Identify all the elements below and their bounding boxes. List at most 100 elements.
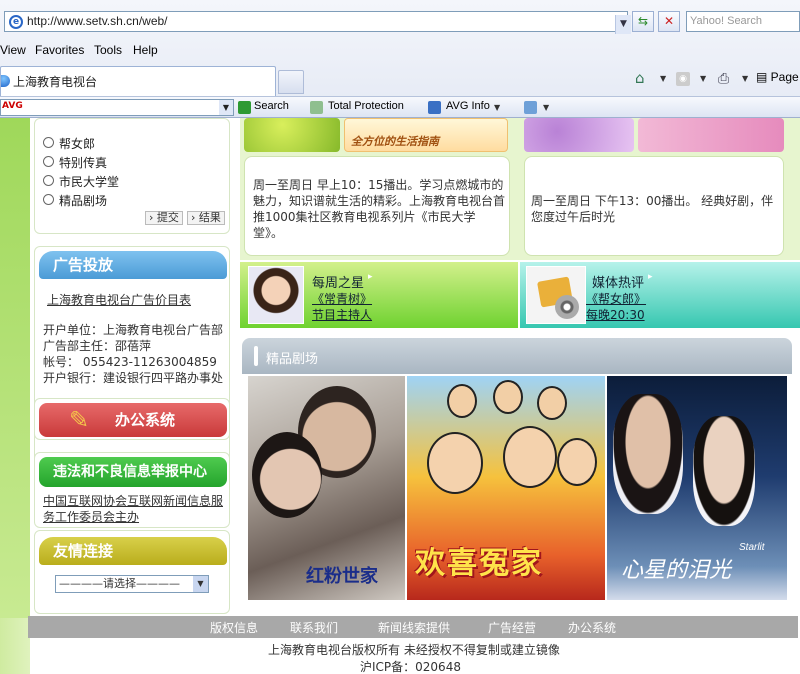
actress-image [693,416,755,526]
cast-face [447,384,477,418]
avg-extra-dropdown-icon[interactable]: ▼ [543,103,549,112]
report-center-title[interactable]: 违法和不良信息举报中心 [39,457,227,487]
footer-link-news-tips[interactable]: 新闻线索提供 [378,619,450,636]
avg-extra-icon[interactable] [524,101,537,114]
avg-search-input[interactable]: AVG ▼ [0,99,234,116]
poll-submit-button[interactable]: › 提交 [145,211,183,225]
chevron-down-icon[interactable]: ▼ [193,576,208,592]
poster-title: 心星的泪光 [621,558,732,583]
arrow-icon: ▸ [368,272,373,282]
media-review-link[interactable]: 《帮女郎》 [586,290,646,307]
links-select-value: ————请选择———— [59,577,180,590]
film-reel-icon [555,295,579,319]
poll-radio-1[interactable] [43,137,54,148]
home-dropdown-icon[interactable]: ▼ [660,74,666,83]
drama-section-header: 精品剧场 [242,338,792,374]
poll-submit-label: 提交 [156,211,179,224]
links-select[interactable]: ————请选择———— ▼ [55,575,209,593]
media-review-panel: 媒体热评 ▸ 《帮女郎》 每晚20:30 [520,262,800,328]
report-center-link[interactable]: 中国互联网协会互联网新闻信息服务工作委员会主办 [43,493,229,525]
avg-info-dropdown-icon[interactable]: ▼ [494,103,500,112]
stop-button[interactable]: ✕ [658,11,680,32]
program-image-left[interactable] [244,118,340,152]
print-icon[interactable]: ⎙ [718,71,729,87]
menu-tools[interactable]: Tools [94,43,122,57]
globe-icon [1,75,10,87]
poll-option-label: 精品剧场 [59,194,108,208]
program-banner-left[interactable]: 全方位的生活指南 [344,118,508,152]
weekly-row: 每周之星 ▸ 《常青树》 节目主持人 媒体热评 ▸ 《帮女郎》 每晚20:30 [240,262,800,328]
footer-nav: 版权信息 联系我们 新闻线索提供 广告经营 办公系统 [28,616,798,638]
address-dropdown-icon[interactable]: ▼ [615,15,631,34]
weekly-star-host-link[interactable]: 节目主持人 [312,306,372,323]
browser-chrome: e http://www.setv.sh.cn/web/ ▼ ⇆ ✕ Yahoo… [0,0,800,118]
media-photo[interactable] [526,266,586,324]
media-review-title: 媒体热评 [592,276,645,291]
host-photo[interactable] [248,266,304,324]
footer-link-contact[interactable]: 联系我们 [290,619,338,636]
tab-title: 上海教育电视台 [13,75,98,89]
cast-face [427,432,483,494]
total-protection-button[interactable]: Total Protection [328,100,404,112]
poster-title: 欢喜冤家 [415,546,543,581]
tab-active[interactable]: 上海教育电视台 [0,66,276,96]
poll-radio-4[interactable] [43,194,54,205]
home-icon[interactable]: ⌂ [635,70,653,86]
print-dropdown-icon[interactable]: ▼ [742,74,748,83]
drama-poster[interactable]: Starlit 心星的泪光 [607,376,787,600]
poll-radio-2[interactable] [43,156,54,167]
program-banner-right[interactable] [638,118,784,152]
feeds-dropdown-icon[interactable]: ▼ [700,74,706,83]
refresh-button[interactable]: ⇆ [632,11,654,32]
drama-poster[interactable]: 欢喜冤家 [407,376,605,600]
office-system-button[interactable]: ✎ 办公系统 [39,403,227,437]
poll-option-label: 帮女郎 [59,137,96,151]
avg-info-button[interactable]: AVG Info [446,100,490,112]
left-decoration [0,118,30,618]
search-input[interactable]: Yahoo! Search [686,11,800,32]
menu-bar: View Favorites Tools Help [0,40,800,62]
page-menu-label: Page [770,70,799,84]
page-menu-button[interactable]: ▤ Page [756,70,799,84]
address-url[interactable]: http://www.setv.sh.cn/web/ [27,14,168,28]
poll-radio-3[interactable] [43,175,54,186]
drama-poster[interactable]: 红粉世家 [248,376,405,600]
program-image-right[interactable] [524,118,634,152]
program-banner-heading: 全方位的生活指南 [351,135,439,148]
weekly-star-link[interactable]: 《常青树》 [312,290,372,307]
links-box: 友情连接 ————请选择———— ▼ [34,530,230,614]
ad-info-line: 帐号： 055423-11263004859 [43,355,217,369]
footer-link-office[interactable]: 办公系统 [568,619,616,636]
footer-link-advertising[interactable]: 广告经营 [488,619,536,636]
avg-search-dropdown-icon[interactable]: ▼ [219,100,233,115]
ad-info-line: 广告部主任：邵蓓萍 [43,339,152,353]
new-tab-button[interactable] [278,70,304,94]
ad-info-line: 开户银行：建设银行四平路办事处 [43,371,224,385]
address-bar[interactable]: e http://www.setv.sh.cn/web/ ▼ [4,11,631,34]
ad-pricelist-link[interactable]: 上海教育电视台广告价目表 [47,291,191,308]
header-marker [254,346,258,366]
footer-icp: 沪ICP备：020648 [360,660,461,674]
program-description: 周一至周日 早上10：15播出。学习点燃城市的魅力，知识谱就生活的精彩。上海教育… [253,178,506,240]
feeds-icon[interactable]: ◉ [676,72,690,86]
actor-image [613,394,683,514]
ad-box-title: 广告投放 [39,251,227,279]
cast-face [557,438,597,486]
ad-info-line: 开户单位：上海教育电视台广告部 [43,323,224,337]
footer-link-copyright[interactable]: 版权信息 [210,619,258,636]
footer-copyright: 上海教育电视台版权所有 未经授权不得复制或建立镜像 [268,643,560,657]
cast-face [503,426,557,488]
cast-face [537,386,567,420]
media-review-time-link[interactable]: 每晚20:30 [586,306,645,323]
ie-page-icon: e [9,15,23,29]
avg-search-button[interactable]: Search [254,100,289,112]
weekly-star-panel: 每周之星 ▸ 《常青树》 节目主持人 [240,262,518,328]
menu-view[interactable]: View [0,43,26,57]
menu-help[interactable]: Help [133,43,158,57]
links-title: 友情连接 [39,537,227,565]
page-viewport: 帮女郎 特别传真 市民大学堂 精品剧场 › 提交 › 结果 广告投放 上海教育电… [0,118,800,674]
menu-favorites[interactable]: Favorites [35,43,84,57]
poll-results-button[interactable]: › 结果 [187,211,225,225]
poster-subtitle: Starlit [739,542,765,553]
program-description: 周一至周日 下午13：00播出。 经典好剧，伴您度过午后时光 [531,194,774,224]
